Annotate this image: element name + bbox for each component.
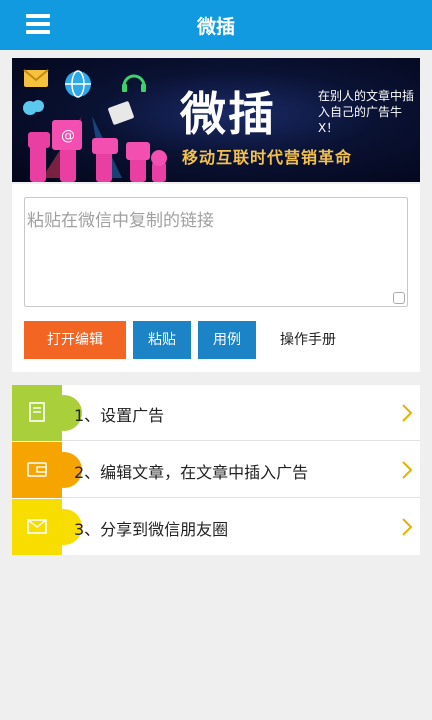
tablet-icon (108, 101, 134, 125)
globe-icon (65, 70, 91, 98)
chevron-right-icon (402, 461, 413, 479)
link-panel: 打开编辑 粘贴 用例 操作手册 (12, 184, 420, 372)
document-icon (29, 402, 45, 422)
headphones-icon (122, 74, 146, 92)
steps-list: 1、设置广告 2、编辑文章，在文章中插入广告 3、分享到微信朋友圈 (12, 385, 420, 555)
manual-link[interactable]: 操作手册 (266, 321, 350, 359)
svg-text:@: @ (61, 128, 75, 144)
banner-illustration: @ (23, 69, 167, 182)
list-item[interactable]: 1、设置广告 (12, 385, 420, 441)
list-item[interactable]: 3、分享到微信朋友圈 (12, 499, 420, 555)
link-input-box[interactable] (24, 197, 408, 307)
envelope-icon (23, 69, 49, 87)
wallet-icon (27, 462, 47, 477)
list-item-label: 1、设置广告 (74, 406, 165, 425)
top-bar: 微插 (0, 0, 432, 50)
promo-banner[interactable]: @ 微插 在别人的文章中插入自己的广告牛X！ 移动互联时代营销革命 (12, 58, 420, 182)
envelope-icon (27, 519, 47, 534)
paste-button[interactable]: 粘贴 (133, 321, 191, 359)
banner-headline: 微插 (180, 87, 276, 141)
list-item-label: 3、分享到微信朋友圈 (74, 520, 229, 539)
link-input[interactable] (25, 198, 407, 306)
chevron-right-icon (402, 518, 413, 536)
list-item[interactable]: 2、编辑文章，在文章中插入广告 (12, 442, 420, 498)
list-item-label: 2、编辑文章，在文章中插入广告 (74, 463, 309, 482)
open-edit-button[interactable]: 打开编辑 (24, 321, 126, 359)
chevron-right-icon (402, 404, 413, 422)
resize-handle-icon[interactable] (393, 292, 405, 304)
page-title: 微插 (196, 16, 235, 38)
example-button[interactable]: 用例 (198, 321, 256, 359)
banner-slogan: 移动互联时代营销革命 (182, 148, 353, 167)
cloud-icon (23, 100, 44, 115)
banner-tagline: 在别人的文章中插入自己的广告牛X！ (318, 89, 415, 135)
